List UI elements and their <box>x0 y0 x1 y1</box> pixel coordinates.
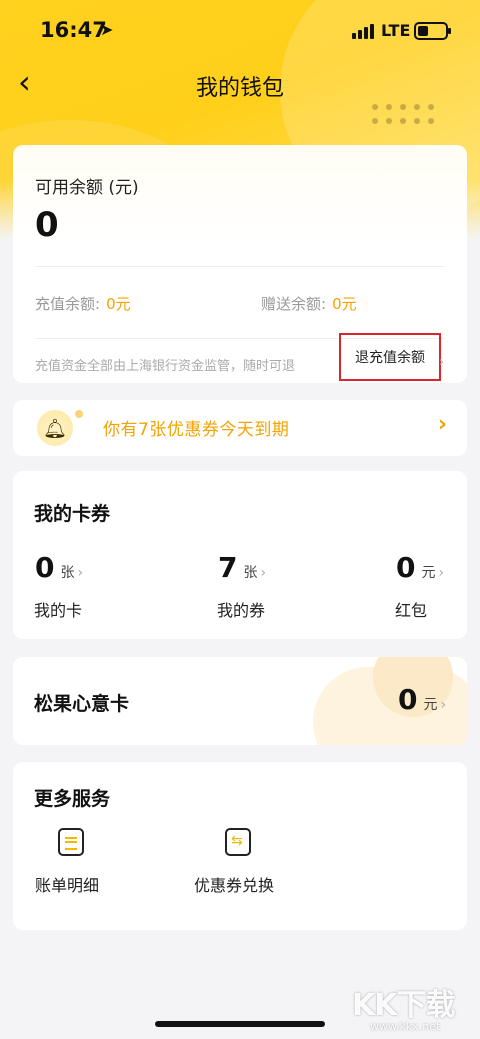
stat-unit: 元 <box>421 565 436 581</box>
section-title: 更多服务 <box>34 788 111 810</box>
stat-unit: 张 <box>243 565 258 581</box>
watermark-url: www.kkx.net <box>370 1020 441 1033</box>
fund-supervision-note: 充值资金全部由上海银行资金监管，随时可退 <box>35 359 296 374</box>
nav-bar: ‹ 我的钱包 <box>0 62 480 108</box>
stat-count: 0 <box>398 683 418 716</box>
balance-amount: 0 <box>35 205 59 245</box>
bell-icon: 🔔︎ <box>37 410 73 446</box>
service-label: 账单明细 <box>35 876 100 895</box>
location-arrow-icon: ➤ <box>100 20 114 39</box>
home-indicator[interactable] <box>155 1021 325 1027</box>
gift-balance-value: 0元 <box>332 295 357 313</box>
notice-text: 你有7张优惠券今天到期 <box>103 420 290 440</box>
gift-card-row[interactable]: 松果心意卡 0 元 › <box>13 657 467 745</box>
bill-icon <box>58 828 84 856</box>
coupon-exchange-icon <box>225 828 251 856</box>
red-packet-stat[interactable]: 0 元 › <box>396 551 444 584</box>
stat-count: 7 <box>218 551 238 584</box>
recharge-balance-label: 充值余额: <box>35 295 101 313</box>
chevron-right-icon: › <box>77 565 84 581</box>
section-title: 我的卡券 <box>34 503 111 525</box>
chevron-right-icon: › <box>440 697 447 713</box>
gift-balance-label: 赠送余额: <box>261 295 327 313</box>
recharge-balance: 充值余额: 0元 <box>35 293 131 314</box>
divider <box>35 266 445 267</box>
stat-unit: 元 <box>423 697 438 713</box>
status-time: 16:47 <box>40 18 107 42</box>
more-services-card: 更多服务 账单明细 优惠券兑换 <box>13 762 467 930</box>
decor-dot <box>75 410 83 418</box>
signal-icon <box>352 24 374 39</box>
battery-icon <box>414 22 451 40</box>
balance-label: 可用余额 (元) <box>35 178 139 198</box>
stat-count: 0 <box>35 551 55 584</box>
gift-balance: 赠送余额: 0元 <box>261 293 357 314</box>
coupon-expiry-notice[interactable]: 🔔︎ 你有7张优惠券今天到期 › <box>13 400 467 456</box>
stat-label[interactable]: 我的卡 <box>34 597 82 621</box>
chevron-right-icon: › <box>260 565 267 581</box>
chevron-right-icon: › <box>439 355 445 370</box>
recharge-balance-value: 0元 <box>106 295 131 313</box>
stat-unit: 张 <box>60 565 75 581</box>
balance-card: 可用余额 (元) 0 充值余额: 0元 赠送余额: 0元 充值资金全部由上海银行资金… <box>13 145 467 383</box>
stat-label[interactable]: 我的券 <box>217 597 265 621</box>
gift-card-stat: 0 元 › <box>398 683 446 716</box>
status-bar: 16:47 ➤ LTE <box>0 0 480 60</box>
my-coupons-card: 我的卡券 0 张 › 我的卡 7 张 › 我的券 0 元 › 红包 <box>13 471 467 639</box>
page-title: 我的钱包 <box>195 76 284 101</box>
coupon-exchange-service[interactable]: 优惠券兑换 <box>194 828 304 898</box>
chevron-right-icon: › <box>438 565 445 581</box>
service-label: 优惠券兑换 <box>194 876 275 895</box>
dots-decoration <box>372 104 434 124</box>
chevron-right-icon: › <box>437 412 447 437</box>
refund-recharge-button[interactable]: 退充值余额 <box>339 333 441 381</box>
section-title: 松果心意卡 <box>34 693 130 715</box>
my-coupons-stat[interactable]: 7 张 › <box>218 551 266 584</box>
network-type: LTE <box>381 21 411 40</box>
watermark-brand: KK下载 <box>352 988 455 1023</box>
bill-details-service[interactable]: 账单明细 <box>35 828 145 898</box>
refund-recharge-label: 退充值余额 <box>355 350 425 366</box>
watermark: KK下载 www.kkx.net <box>352 980 472 1036</box>
my-cards-stat[interactable]: 0 张 › <box>35 551 83 584</box>
stat-count: 0 <box>396 551 416 584</box>
stat-label[interactable]: 红包 <box>395 597 427 621</box>
